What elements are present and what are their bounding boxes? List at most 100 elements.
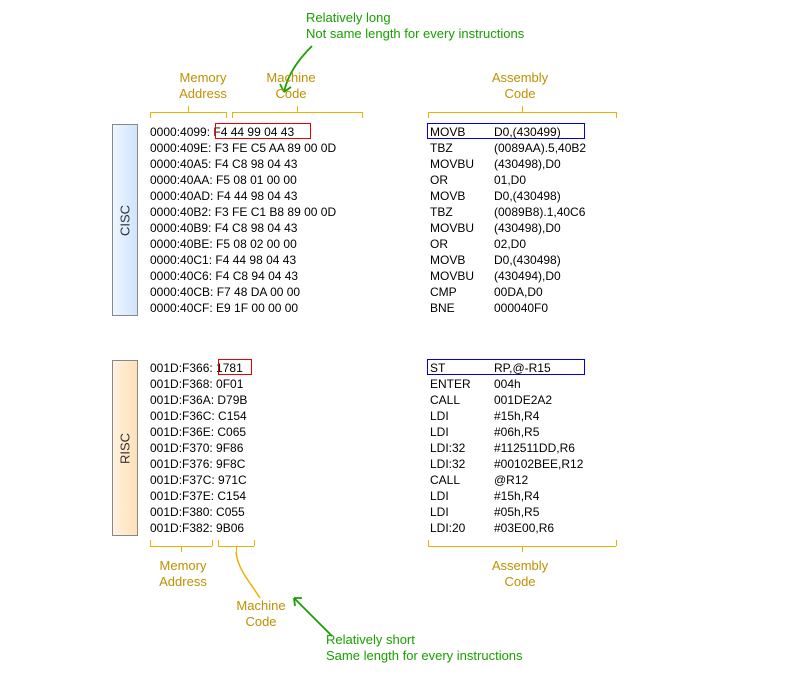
operands: #15h,R4 — [494, 408, 539, 424]
code-row: 0000:40C6: F4 C8 94 04 43 — [150, 268, 336, 284]
mnemonic: MOVBU — [430, 156, 494, 172]
code-row: 001D:F37C: 971C — [150, 472, 247, 488]
label-asm-code-top: Assembly Code — [480, 70, 560, 103]
mnemonic: LDI — [430, 504, 494, 520]
label-text: Code — [504, 86, 535, 101]
code-row: 0000:40C1: F4 44 98 04 43 — [150, 252, 336, 268]
code-row: 001D:F376: 9F8C — [150, 456, 247, 472]
code-row: 001D:F368: 0F01 — [150, 376, 247, 392]
asm-row: MOVBD0,(430498) — [430, 188, 586, 204]
mnemonic: LDI — [430, 424, 494, 440]
code-row: 0000:40A5: F4 C8 98 04 43 — [150, 156, 336, 172]
label-machine-code-bot: Machine Code — [226, 598, 296, 631]
label-text: Machine — [266, 70, 315, 85]
asm-row: LDI:32#00102BEE,R12 — [430, 456, 583, 472]
code-row: 0000:40B2: F3 FE C1 B8 89 00 0D — [150, 204, 336, 220]
label-text: Assembly — [492, 70, 548, 85]
mnemonic: MOVBU — [430, 220, 494, 236]
operands: (430498),D0 — [494, 220, 561, 236]
operands: 00DA,D0 — [494, 284, 543, 300]
code-row: 0000:40AD: F4 44 98 04 43 — [150, 188, 336, 204]
asm-row: LDI#15h,R4 — [430, 488, 583, 504]
asm-row: MOVBD0,(430498) — [430, 252, 586, 268]
connector-mc-bot — [230, 552, 270, 600]
arch-label: RISC — [118, 432, 133, 463]
label-machine-code-top: Machine Code — [256, 70, 326, 103]
operands: #112511DD,R6 — [494, 440, 575, 456]
label-text: Machine — [236, 598, 285, 613]
operands: 02,D0 — [494, 236, 526, 252]
code-row: 001D:F36E: C065 — [150, 424, 247, 440]
highlight-cisc-asm — [427, 123, 585, 139]
operands: #05h,R5 — [494, 504, 539, 520]
code-row: 0000:409E: F3 FE C5 AA 89 00 0D — [150, 140, 336, 156]
asm-row: LDI#15h,R4 — [430, 408, 583, 424]
annot-same-len: Same length for every instructions — [326, 648, 523, 663]
operands: (0089B8).1,40C6 — [494, 204, 585, 220]
mnemonic: OR — [430, 236, 494, 252]
operands: @R12 — [494, 472, 528, 488]
mnemonic: MOVBU — [430, 268, 494, 284]
label-text: Address — [159, 574, 207, 589]
annot-short: Relatively short — [326, 632, 415, 647]
code-row: 001D:F37E: C154 — [150, 488, 247, 504]
asm-row: OR01,D0 — [430, 172, 586, 188]
highlight-cisc-machine — [215, 123, 311, 139]
asm-row: CALL@R12 — [430, 472, 583, 488]
mnemonic: ENTER — [430, 376, 494, 392]
code-row: 0000:40CF: E9 1F 00 00 00 — [150, 300, 336, 316]
mnemonic: LDI:32 — [430, 456, 494, 472]
mnemonic: LDI — [430, 408, 494, 424]
mnemonic: LDI — [430, 488, 494, 504]
mnemonic: OR — [430, 172, 494, 188]
label-asm-code-bot: Assembly Code — [480, 558, 560, 591]
asm-row: BNE000040F0 — [430, 300, 586, 316]
operands: #06h,R5 — [494, 424, 539, 440]
mnemonic: CMP — [430, 284, 494, 300]
label-mem-addr-top: Memory Address — [168, 70, 238, 103]
code-row: 001D:F36C: C154 — [150, 408, 247, 424]
operands: (430494),D0 — [494, 268, 561, 284]
highlight-risc-asm — [427, 359, 585, 375]
asm-row: TBZ(0089B8).1,40C6 — [430, 204, 586, 220]
mnemonic: LDI:32 — [430, 440, 494, 456]
operands: D0,(430498) — [494, 252, 561, 268]
code-row: 001D:F370: 9F86 — [150, 440, 247, 456]
label-text: Assembly — [492, 558, 548, 573]
asm-row: LDI:32#112511DD,R6 — [430, 440, 583, 456]
operands: D0,(430498) — [494, 188, 561, 204]
cisc-code-block: 0000:4099: F4 44 99 04 430000:409E: F3 F… — [150, 124, 336, 316]
code-row: 0000:40B9: F4 C8 98 04 43 — [150, 220, 336, 236]
mnemonic: LDI:20 — [430, 520, 494, 536]
label-text: Code — [275, 86, 306, 101]
code-row: 001D:F380: C055 — [150, 504, 247, 520]
highlight-risc-machine — [218, 359, 252, 375]
asm-row: MOVBU(430498),D0 — [430, 220, 586, 236]
operands: #15h,R4 — [494, 488, 539, 504]
risc-code-block: 001D:F366: 1781001D:F368: 0F01001D:F36A:… — [150, 360, 247, 536]
asm-row: LDI#05h,R5 — [430, 504, 583, 520]
operands: 001DE2A2 — [494, 392, 552, 408]
asm-row: TBZ(0089AA).5,40B2 — [430, 140, 586, 156]
code-row: 001D:F382: 9B06 — [150, 520, 247, 536]
mnemonic: MOVB — [430, 252, 494, 268]
label-text: Memory — [180, 70, 227, 85]
asm-row: MOVBU(430498),D0 — [430, 156, 586, 172]
operands: (430498),D0 — [494, 156, 561, 172]
code-row: 0000:40AA: F5 08 01 00 00 — [150, 172, 336, 188]
mnemonic: CALL — [430, 392, 494, 408]
label-text: Code — [504, 574, 535, 589]
label-text: Code — [245, 614, 276, 629]
label-text: Address — [179, 86, 227, 101]
asm-row: CALL001DE2A2 — [430, 392, 583, 408]
arch-badge-cisc: CISC — [112, 124, 138, 316]
annot-long: Relatively long — [306, 10, 391, 25]
asm-row: OR02,D0 — [430, 236, 586, 252]
arch-label: CISC — [118, 204, 133, 235]
asm-row: LDI:20#03E00,R6 — [430, 520, 583, 536]
operands: (0089AA).5,40B2 — [494, 140, 586, 156]
asm-row: LDI#06h,R5 — [430, 424, 583, 440]
brace-mc-top — [232, 112, 362, 113]
operands: #00102BEE,R12 — [494, 456, 583, 472]
mnemonic: TBZ — [430, 140, 494, 156]
